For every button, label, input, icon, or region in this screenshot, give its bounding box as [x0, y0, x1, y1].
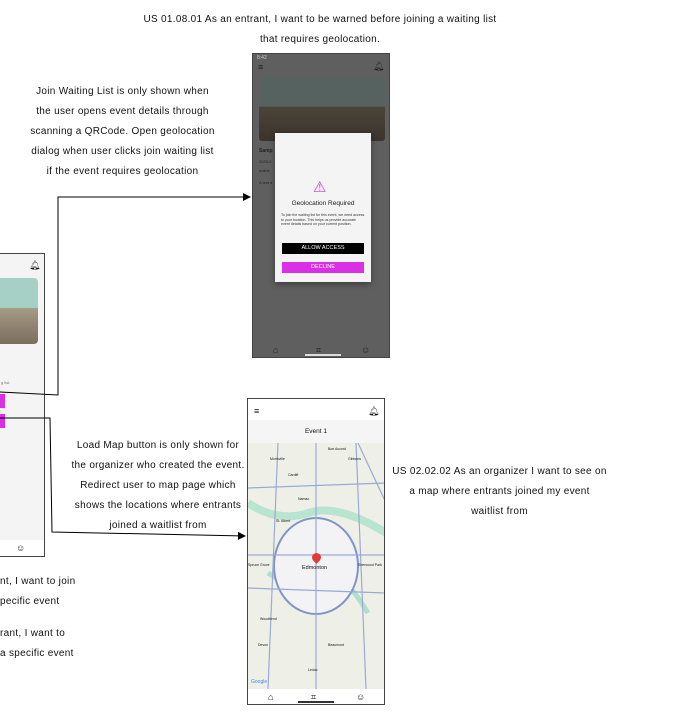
arrow-to-map	[0, 417, 246, 540]
flow-arrows	[0, 193, 251, 540]
arrow-to-geolocation	[0, 193, 251, 396]
